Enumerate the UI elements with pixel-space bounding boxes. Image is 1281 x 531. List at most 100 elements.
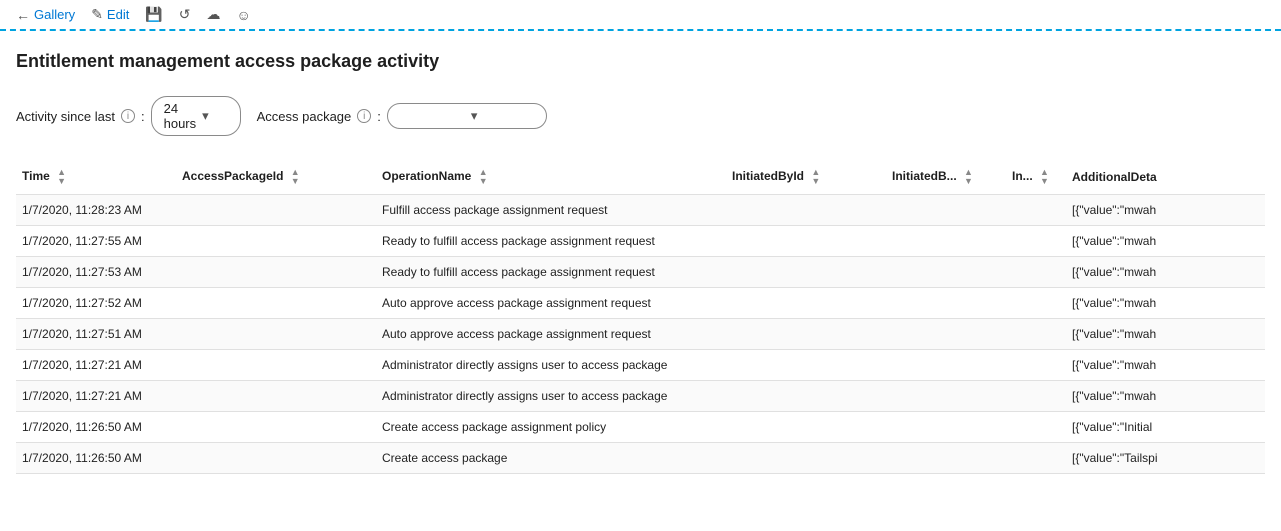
cell-additionaldata: [{"value":"Tailspi — [1066, 443, 1265, 474]
table-row[interactable]: 1/7/2020, 11:26:50 AM Create access packa… — [16, 443, 1265, 474]
cell-additionaldata: [{"value":"mwah — [1066, 319, 1265, 350]
toolbar: ← Gallery ✎ Edit 💾 ↺ ☁ ☺ — [0, 0, 1281, 31]
access-package-chevron-icon: ▾ — [471, 108, 536, 124]
activity-value: 24 hours — [164, 101, 197, 131]
table-row[interactable]: 1/7/2020, 11:26:50 AM Create access packa… — [16, 412, 1265, 443]
cell-operationname: Fulfill access package assignment reques… — [376, 195, 726, 226]
cell-additionaldata: [{"value":"mwah — [1066, 381, 1265, 412]
cell-in — [1006, 226, 1066, 257]
cell-time: 1/7/2020, 11:27:21 AM — [16, 350, 176, 381]
cell-in — [1006, 443, 1066, 474]
cell-initiatedb — [886, 443, 1006, 474]
cell-initiatedbyid — [726, 381, 886, 412]
cell-accesspackageid — [176, 226, 376, 257]
back-icon: ← — [16, 7, 30, 23]
cell-in — [1006, 257, 1066, 288]
cell-initiatedbyid — [726, 319, 886, 350]
cell-initiatedb — [886, 195, 1006, 226]
cell-initiatedb — [886, 350, 1006, 381]
activity-info-icon: i — [121, 109, 135, 123]
sort-icon-accesspackageid: ▲▼ — [291, 168, 300, 186]
cell-additionaldata: [{"value":"mwah — [1066, 226, 1265, 257]
cell-time: 1/7/2020, 11:27:51 AM — [16, 319, 176, 350]
cell-initiatedb — [886, 319, 1006, 350]
cell-in — [1006, 319, 1066, 350]
table-row[interactable]: 1/7/2020, 11:28:23 AMFulfill access pack… — [16, 195, 1265, 226]
cell-additionaldata: [{"value":"mwah — [1066, 257, 1265, 288]
upload-icon: ☁ — [207, 6, 221, 23]
cell-in — [1006, 195, 1066, 226]
cell-initiatedb — [886, 412, 1006, 443]
sort-icon-time: ▲▼ — [57, 168, 66, 186]
cell-additionaldata: [{"value":"mwah — [1066, 195, 1265, 226]
data-table: Time ▲▼ AccessPackageId ▲▼ OperationName… — [16, 160, 1265, 474]
cell-in — [1006, 412, 1066, 443]
gallery-label: Gallery — [34, 7, 75, 22]
cell-operationname: Create access package — [376, 443, 726, 474]
col-header-initiatedbyid[interactable]: InitiatedById ▲▼ — [726, 160, 886, 195]
filters-bar: Activity since last i : 24 hours ▾ Acces… — [16, 96, 1265, 136]
emoji-button[interactable]: ☺ — [237, 7, 251, 23]
access-package-label: Access package — [257, 109, 352, 124]
cell-accesspackageid — [176, 319, 376, 350]
col-header-initiatedb[interactable]: InitiatedB... ▲▼ — [886, 160, 1006, 195]
cell-initiatedbyid — [726, 195, 886, 226]
refresh-button[interactable]: ↺ — [179, 6, 191, 23]
cell-time: 1/7/2020, 11:26:50 AM — [16, 412, 176, 443]
cell-additionaldata: [{"value":"mwah — [1066, 350, 1265, 381]
sort-icon-in: ▲▼ — [1040, 168, 1049, 186]
cell-accesspackageid — [176, 257, 376, 288]
edit-pencil-icon: ✎ — [91, 6, 103, 23]
col-header-in[interactable]: In... ▲▼ — [1006, 160, 1066, 195]
cell-accesspackageid — [176, 195, 376, 226]
cell-operationname: Auto approve access package assignment r… — [376, 319, 726, 350]
sort-icon-initiatedbyid: ▲▼ — [811, 168, 820, 186]
data-table-container: Time ▲▼ AccessPackageId ▲▼ OperationName… — [16, 160, 1265, 474]
activity-chevron-icon: ▾ — [202, 108, 229, 124]
access-package-select[interactable]: ▾ — [387, 103, 547, 129]
cell-additionaldata: [{"value":"mwah — [1066, 288, 1265, 319]
cell-accesspackageid — [176, 412, 376, 443]
cell-initiatedb — [886, 257, 1006, 288]
cell-accesspackageid — [176, 381, 376, 412]
emoji-icon: ☺ — [237, 7, 251, 23]
col-header-accesspackageid[interactable]: AccessPackageId ▲▼ — [176, 160, 376, 195]
table-row[interactable]: 1/7/2020, 11:27:52 AMAuto approve access… — [16, 288, 1265, 319]
activity-select[interactable]: 24 hours ▾ — [151, 96, 241, 136]
table-row[interactable]: 1/7/2020, 11:27:55 AMReady to fulfill ac… — [16, 226, 1265, 257]
edit-button[interactable]: ✎ Edit — [91, 6, 129, 23]
col-header-time[interactable]: Time ▲▼ — [16, 160, 176, 195]
cell-time: 1/7/2020, 11:27:52 AM — [16, 288, 176, 319]
table-row[interactable]: 1/7/2020, 11:27:53 AMReady to fulfill ac… — [16, 257, 1265, 288]
save-button[interactable]: 💾 — [145, 6, 162, 23]
cell-operationname: Create access package assignment policy — [376, 412, 726, 443]
save-icon: 💾 — [145, 6, 162, 23]
cell-time: 1/7/2020, 11:26:50 AM — [16, 443, 176, 474]
activity-label: Activity since last — [16, 109, 115, 124]
table-header-row: Time ▲▼ AccessPackageId ▲▼ OperationName… — [16, 160, 1265, 195]
col-header-additionaldata[interactable]: AdditionalDeta — [1066, 160, 1265, 195]
cell-initiatedb — [886, 226, 1006, 257]
cell-accesspackageid — [176, 443, 376, 474]
cell-accesspackageid — [176, 350, 376, 381]
cell-in — [1006, 350, 1066, 381]
table-row[interactable]: 1/7/2020, 11:27:21 AMAdministrator direc… — [16, 381, 1265, 412]
cell-in — [1006, 381, 1066, 412]
refresh-icon: ↺ — [179, 6, 191, 23]
table-row[interactable]: 1/7/2020, 11:27:51 AM Auto approve access… — [16, 319, 1265, 350]
upload-button[interactable]: ☁ — [207, 6, 221, 23]
edit-label: Edit — [107, 7, 129, 22]
cell-initiatedbyid — [726, 350, 886, 381]
access-package-info-icon: i — [357, 109, 371, 123]
cell-additionaldata: [{"value":"Initial — [1066, 412, 1265, 443]
cell-initiatedbyid — [726, 443, 886, 474]
cell-in — [1006, 288, 1066, 319]
table-row[interactable]: 1/7/2020, 11:27:21 AMAdministrator direc… — [16, 350, 1265, 381]
main-content: Entitlement management access package ac… — [0, 31, 1281, 494]
gallery-nav[interactable]: ← Gallery — [16, 7, 75, 23]
page-title: Entitlement management access package ac… — [16, 51, 1265, 72]
col-header-operationname[interactable]: OperationName ▲▼ — [376, 160, 726, 195]
cell-initiatedb — [886, 288, 1006, 319]
cell-operationname: Ready to fulfill access package assignme… — [376, 257, 726, 288]
cell-time: 1/7/2020, 11:27:55 AM — [16, 226, 176, 257]
